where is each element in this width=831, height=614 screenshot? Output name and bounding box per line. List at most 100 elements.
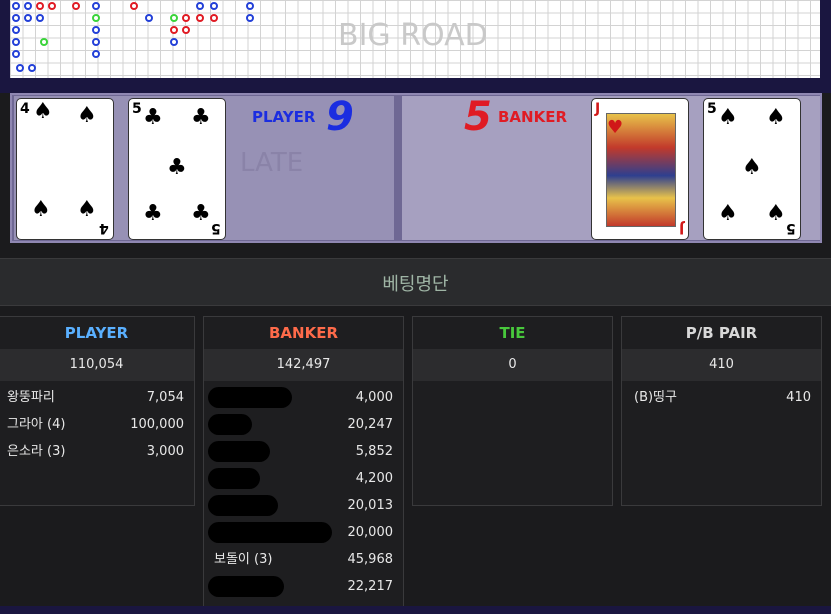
- road-marker: [170, 14, 178, 22]
- road-marker: [182, 14, 190, 22]
- player-card-1: 4 ♠ ♠ ♠ ♠ 4: [16, 98, 114, 240]
- player-card-2: 5 ♣ ♣ ♣ ♣ ♣ 5: [128, 98, 226, 240]
- card-pip: ♣: [167, 155, 187, 180]
- bet-amount: 4,000: [355, 390, 393, 405]
- card-rank: 5: [132, 101, 142, 117]
- card-suit: ♥: [607, 117, 624, 138]
- road-marker: [170, 26, 178, 34]
- player-score: 9: [326, 94, 354, 140]
- redacted-name: [208, 495, 278, 516]
- card-suit: ♣: [143, 105, 163, 130]
- card-rank: J: [678, 220, 684, 236]
- tie-bets-column: TIE 0: [412, 316, 613, 506]
- bettor-name: 보돌이 (3): [214, 552, 273, 567]
- card-rank: J: [595, 101, 601, 117]
- column-total: 142,497: [204, 349, 403, 381]
- road-marker: [210, 2, 218, 10]
- column-total: 110,054: [0, 349, 194, 381]
- bettor-name: 은소라 (3): [7, 444, 66, 459]
- banker-card-1: J ♥ J: [591, 98, 689, 240]
- road-area: BIG ROAD: [0, 0, 831, 93]
- card-suit: ♠: [718, 105, 738, 130]
- player-bets-column: PLAYER 110,054 왕뚱파리 7,054 그라아 (4) 100,00…: [0, 316, 195, 506]
- bet-row: 20,013: [204, 492, 403, 519]
- bet-amount: 45,968: [347, 552, 394, 567]
- road-marker: [182, 26, 190, 34]
- card-suit: ♠: [33, 99, 53, 124]
- banker-bets-column: BANKER 142,497 4,000 20,247 5,852 4,200 …: [203, 316, 404, 608]
- card-rank: 5: [211, 220, 221, 236]
- card-pip: ♠: [742, 155, 762, 180]
- road-marker: [92, 14, 100, 22]
- card-pip: ♠: [766, 201, 786, 226]
- bet-amount: 100,000: [130, 417, 184, 432]
- player-label: PLAYER: [252, 108, 316, 126]
- road-marker: [196, 2, 204, 10]
- card-rank: 4: [99, 220, 109, 236]
- road-marker: [145, 14, 153, 22]
- bet-row: (B)띵구 410: [622, 384, 821, 411]
- column-header: PLAYER: [0, 317, 194, 349]
- road-marker: [16, 64, 24, 72]
- bet-row: 4,200: [204, 465, 403, 492]
- card-pip: ♠: [77, 103, 97, 128]
- bettor-name: 그라아 (4): [7, 417, 66, 432]
- bead-plate-ghost-text: LATE: [240, 148, 304, 178]
- column-header: TIE: [413, 317, 612, 349]
- bet-amount: 7,054: [146, 390, 184, 405]
- road-marker: [72, 2, 80, 10]
- road-marker: [196, 14, 204, 22]
- bet-row: 은소라 (3) 3,000: [0, 438, 194, 465]
- road-marker: [246, 2, 254, 10]
- card-pip: ♠: [31, 197, 51, 222]
- redacted-name: [208, 387, 292, 408]
- bottom-frame: [0, 606, 831, 614]
- redacted-name: [208, 522, 332, 543]
- road-marker: [12, 26, 20, 34]
- bet-row: 그라아 (4) 100,000: [0, 411, 194, 438]
- redacted-name: [208, 414, 252, 435]
- betting-list-header: 베팅명단: [0, 258, 831, 306]
- road-marker: [130, 2, 138, 10]
- bet-amount: 20,013: [347, 498, 394, 513]
- road-marker: [24, 2, 32, 10]
- column-header: P/B PAIR: [622, 317, 821, 349]
- bet-amount: 20,247: [347, 417, 394, 432]
- road-marker: [12, 38, 20, 46]
- road-marker: [170, 38, 178, 46]
- pair-bets-column: P/B PAIR 410 (B)띵구 410: [621, 316, 822, 506]
- redacted-name: [208, 576, 284, 597]
- bet-amount: 410: [786, 390, 811, 405]
- bet-row: 20,247: [204, 411, 403, 438]
- column-header: BANKER: [204, 317, 403, 349]
- card-rank: 4: [20, 101, 30, 117]
- bet-row: 4,000: [204, 384, 403, 411]
- road-marker: [28, 64, 36, 72]
- bet-row: 왕뚱파리 7,054: [0, 384, 194, 411]
- bet-row: 20,000: [204, 519, 403, 546]
- road-marker: [246, 14, 254, 22]
- road-marker: [12, 50, 20, 58]
- bet-amount: 3,000: [146, 444, 184, 459]
- banker-card-2: 5 ♠ ♠ ♠ ♠ ♠ 5: [703, 98, 801, 240]
- betting-list-title: 베팅명단: [382, 274, 449, 295]
- card-rank: 5: [786, 220, 796, 236]
- road-marker: [92, 50, 100, 58]
- bet-row: 보돌이 (3) 45,968: [204, 546, 403, 573]
- column-total: 0: [413, 349, 612, 381]
- redacted-name: [208, 441, 270, 462]
- road-marker: [12, 14, 20, 22]
- card-pip: ♣: [143, 201, 163, 226]
- card-pip: ♠: [766, 105, 786, 130]
- card-rank: 5: [707, 101, 717, 117]
- bet-amount: 20,000: [347, 525, 394, 540]
- road-marker: [36, 2, 44, 10]
- road-marker: [12, 2, 20, 10]
- road-marker: [92, 26, 100, 34]
- road-marker: [92, 38, 100, 46]
- road-marker: [40, 38, 48, 46]
- bettor-name: 왕뚱파리: [7, 390, 55, 405]
- road-marker: [36, 14, 44, 22]
- banker-label: BANKER: [498, 108, 568, 126]
- road-marker: [48, 2, 56, 10]
